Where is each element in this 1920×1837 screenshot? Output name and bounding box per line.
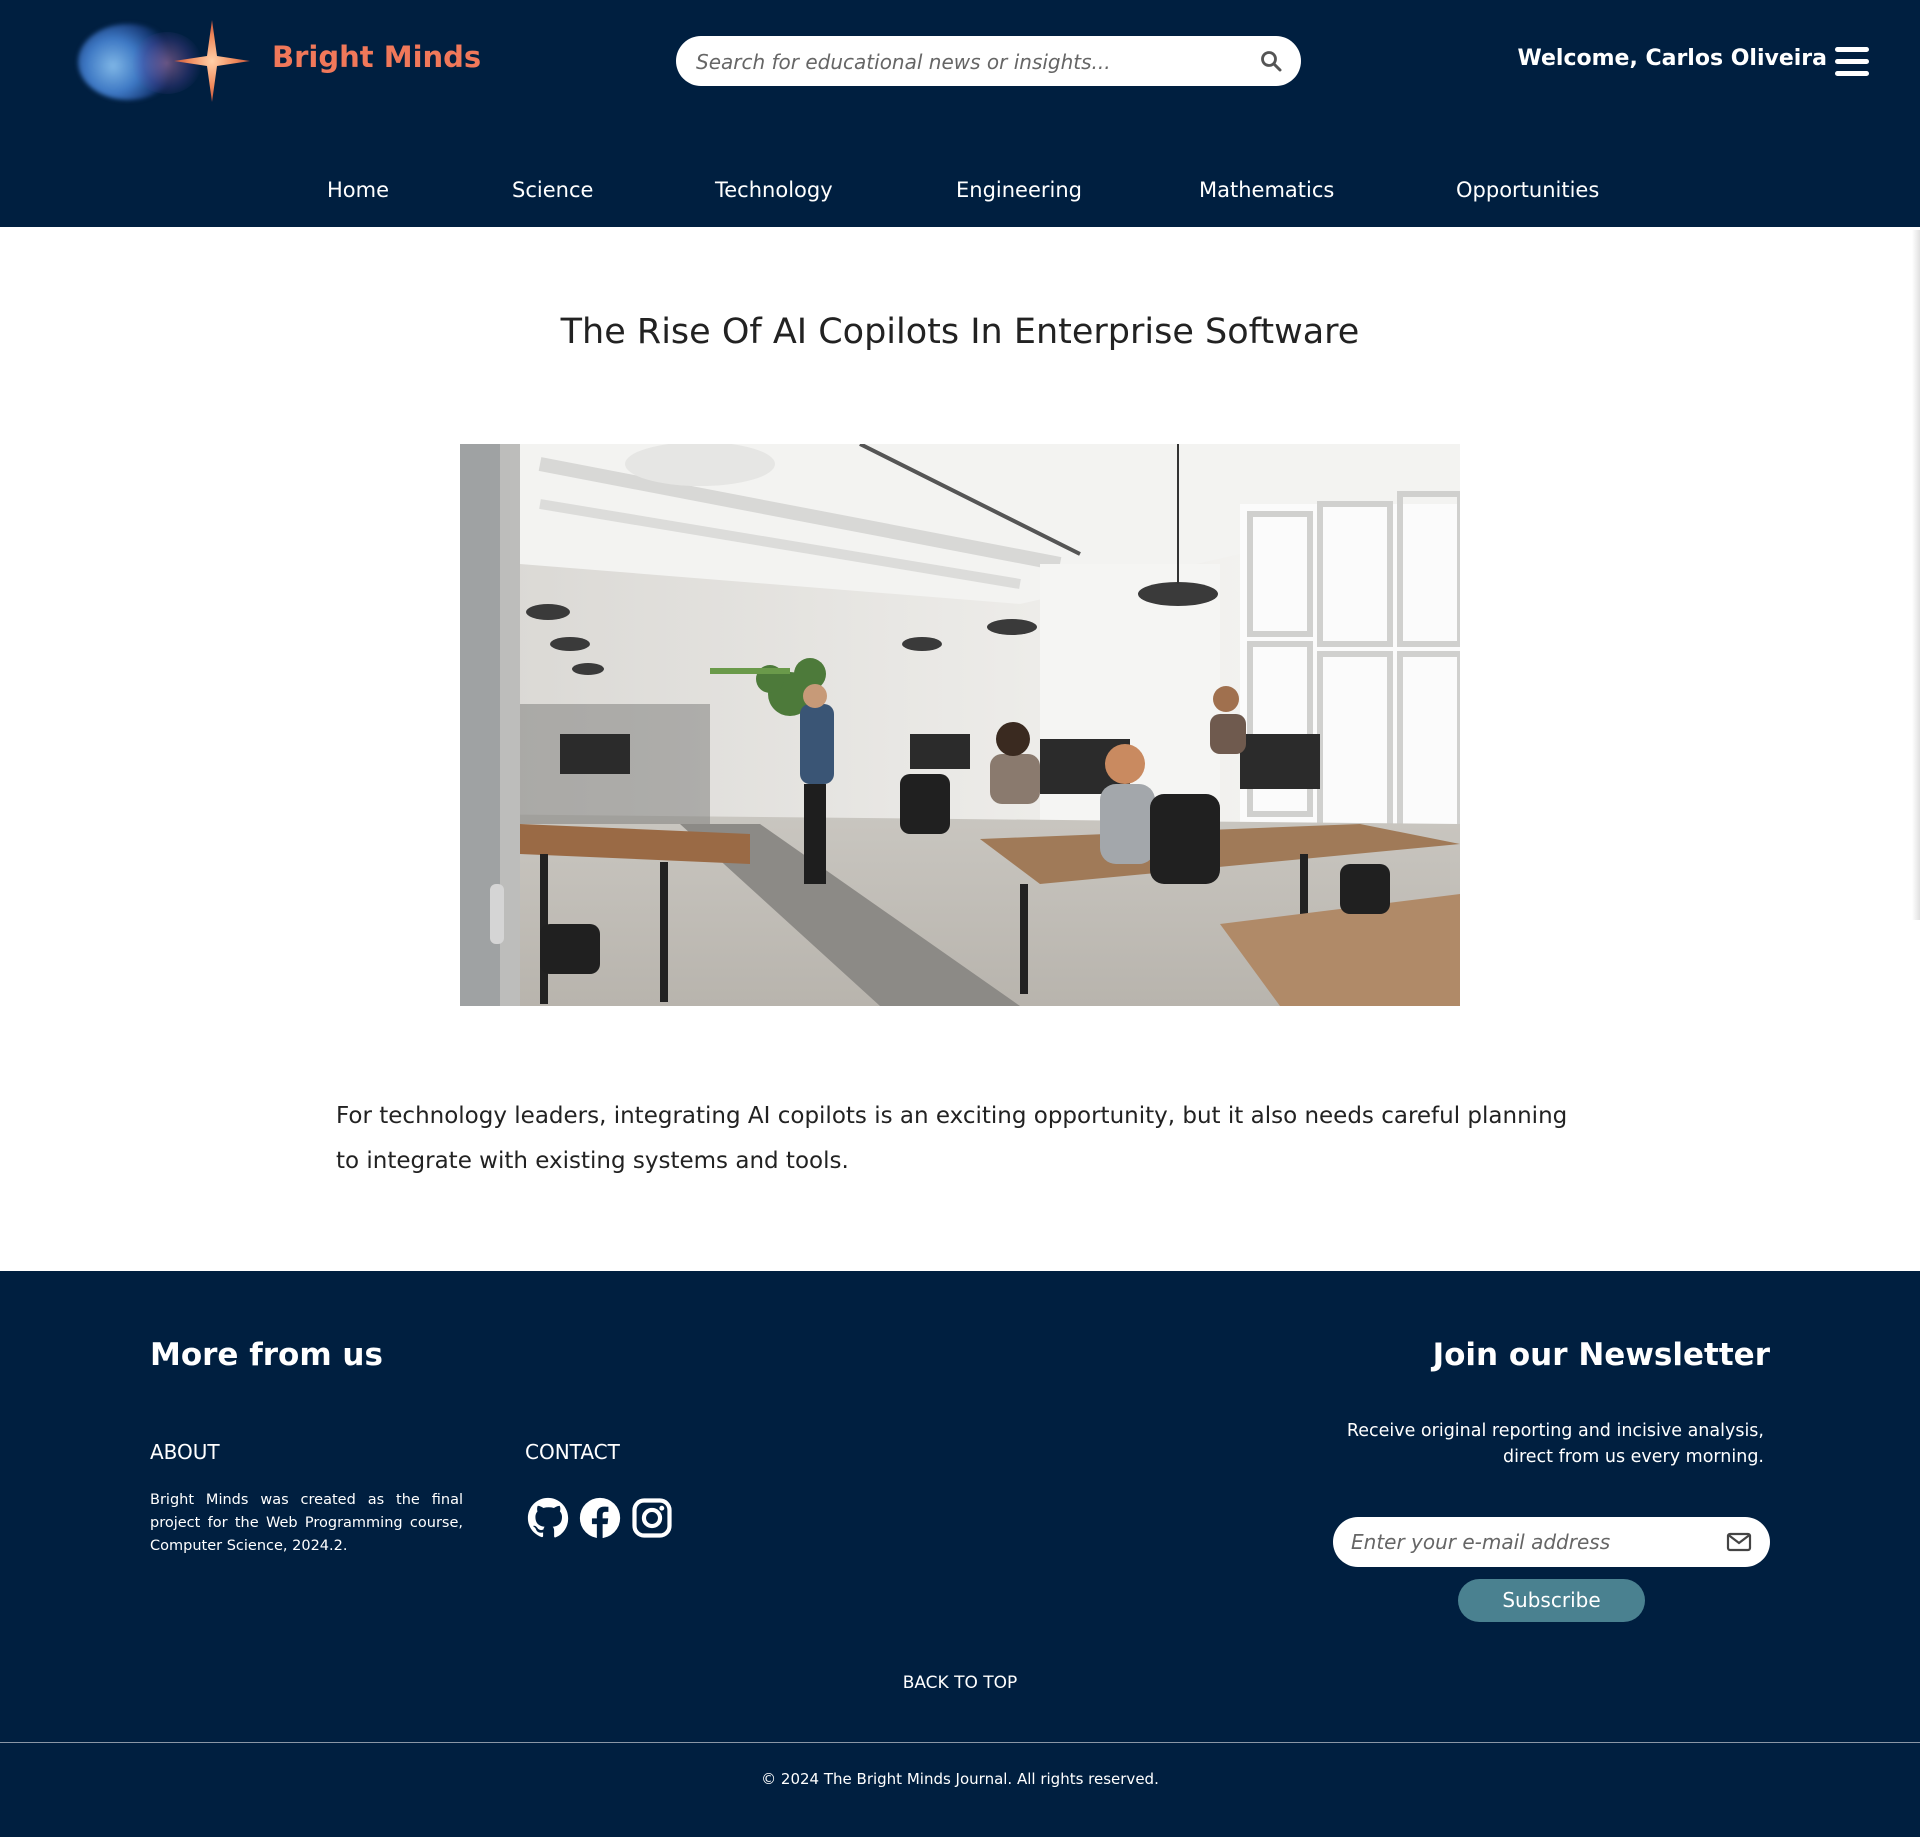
- site-footer: More from us ABOUT Bright Minds was crea…: [0, 1271, 1920, 1837]
- about-text: Bright Minds was created as the final pr…: [150, 1492, 463, 1554]
- back-to-top-link[interactable]: BACK TO TOP: [0, 1673, 1920, 1693]
- email-input[interactable]: Enter your e-mail address: [1351, 1530, 1610, 1554]
- brand-name[interactable]: Bright Minds: [272, 40, 481, 74]
- copyright: © 2024 The Bright Minds Journal. All rig…: [761, 1770, 1159, 1788]
- email-field[interactable]: Enter your e-mail address: [1333, 1517, 1770, 1567]
- article-title: The Rise Of AI Copilots In Enterprise So…: [560, 312, 1360, 352]
- facebook-icon[interactable]: [579, 1497, 621, 1539]
- newsletter-description: Receive original reporting and incisive …: [1346, 1421, 1764, 1467]
- hamburger-menu-icon[interactable]: [1835, 47, 1869, 77]
- footer-divider: [0, 1742, 1920, 1743]
- nav-item-home[interactable]: Home: [327, 178, 389, 202]
- article-image: [460, 444, 1460, 1006]
- article-body: For technology leaders, integrating AI c…: [336, 1103, 1568, 1174]
- about-heading: ABOUT: [150, 1440, 220, 1464]
- office-photo: [460, 444, 1460, 1006]
- mail-icon: [1726, 1532, 1752, 1552]
- instagram-icon[interactable]: [631, 1497, 673, 1539]
- contact-heading: CONTACT: [525, 1440, 620, 1464]
- nav-item-technology[interactable]: Technology: [715, 178, 833, 202]
- social-links: [527, 1497, 673, 1539]
- github-icon[interactable]: [527, 1497, 569, 1539]
- search-icon[interactable]: [1259, 49, 1283, 73]
- scroll-shadow: [1912, 230, 1920, 920]
- more-from-us-heading: More from us: [150, 1337, 383, 1373]
- subscribe-button[interactable]: Subscribe: [1458, 1579, 1645, 1622]
- nav-item-science[interactable]: Science: [512, 178, 593, 202]
- nav-item-mathematics[interactable]: Mathematics: [1199, 178, 1334, 202]
- site-header: Bright Minds Search for educational news…: [0, 0, 1920, 227]
- welcome-text: Welcome, Carlos Oliveira: [1517, 46, 1828, 71]
- star-icon: [174, 20, 250, 102]
- nav-item-opportunities[interactable]: Opportunities: [1456, 178, 1599, 202]
- nav-item-engineering[interactable]: Engineering: [956, 178, 1082, 202]
- logo[interactable]: [72, 18, 262, 104]
- newsletter-heading: Join our Newsletter: [1432, 1337, 1770, 1373]
- search-bar[interactable]: Search for educational news or insights.…: [676, 36, 1301, 86]
- search-input[interactable]: Search for educational news or insights.…: [696, 50, 1111, 74]
